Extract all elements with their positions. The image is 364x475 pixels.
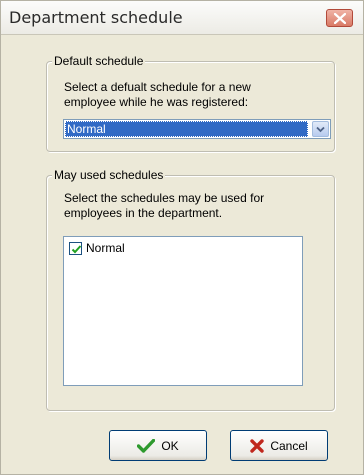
schedule-checkbox[interactable] bbox=[69, 241, 82, 255]
dropdown-arrow-button[interactable] bbox=[312, 121, 329, 137]
cancel-button[interactable]: Cancel bbox=[230, 430, 328, 461]
cancel-button-label: Cancel bbox=[270, 438, 308, 453]
close-button[interactable] bbox=[326, 9, 353, 27]
may-used-schedules-description-line1: Select the schedules may be used for bbox=[64, 191, 265, 205]
default-schedule-legend: Default schedule bbox=[52, 54, 146, 68]
schedule-item-label: Normal bbox=[86, 241, 125, 255]
schedules-listbox[interactable]: Normal bbox=[63, 236, 303, 386]
ok-button[interactable]: OK bbox=[109, 430, 207, 461]
list-item[interactable]: Normal bbox=[69, 240, 125, 256]
close-icon bbox=[334, 13, 346, 24]
default-schedule-selected-value: Normal bbox=[65, 121, 308, 137]
chevron-down-icon bbox=[316, 126, 325, 133]
dialog-title: Department schedule bbox=[9, 8, 183, 27]
checkmark-icon bbox=[137, 438, 156, 453]
default-schedule-description-line2: employee while he was registered: bbox=[64, 95, 249, 109]
default-schedule-description-line1: Select a defualt schedule for a new bbox=[64, 80, 251, 94]
default-schedule-dropdown[interactable]: Normal bbox=[63, 119, 331, 139]
department-schedule-dialog: Department schedule Default schedule Sel… bbox=[0, 0, 364, 475]
may-used-schedules-legend: May used schedules bbox=[52, 168, 166, 182]
may-used-schedules-description-line2: employees in the department. bbox=[64, 206, 223, 220]
ok-button-label: OK bbox=[161, 438, 179, 453]
checkmark-icon bbox=[71, 244, 82, 253]
title-bar[interactable]: Department schedule bbox=[1, 1, 363, 35]
cross-icon bbox=[250, 438, 265, 453]
